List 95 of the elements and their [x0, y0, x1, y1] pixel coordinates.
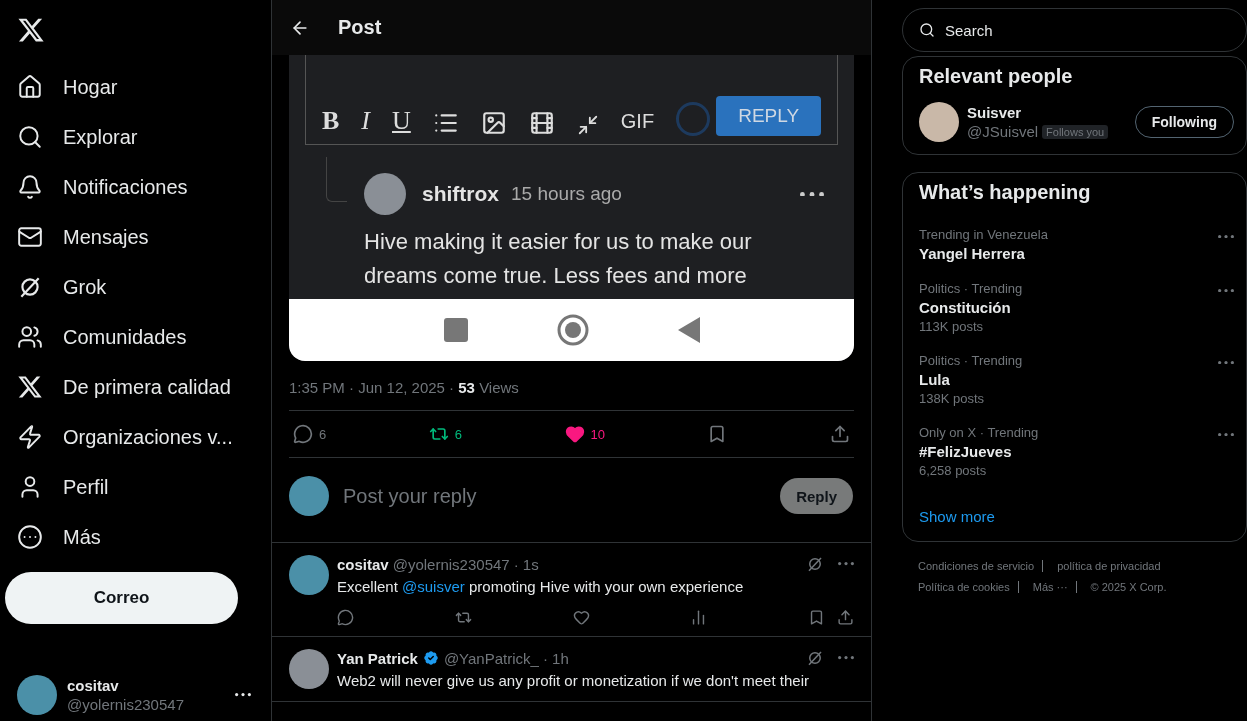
like-button[interactable]: 10: [560, 424, 609, 444]
footer-link[interactable]: Condiciones de servicio: [918, 560, 1044, 572]
trend-name[interactable]: Constitución: [919, 299, 1023, 316]
square-icon: [443, 318, 468, 342]
nav-item[interactable]: Perfil: [0, 462, 271, 512]
like-button[interactable]: [572, 609, 590, 626]
home-icon: [17, 74, 43, 100]
trend-post-count: 113K posts: [919, 319, 985, 334]
reply-text: Web2 will never give us any profit or monetization if we don't meet their: [337, 671, 810, 691]
footer-link[interactable]: Política de cookies: [918, 581, 1019, 593]
gif-label: GIF: [620, 109, 655, 134]
author-handle: @YanPatrick_: [443, 649, 539, 667]
trend-context: Politics · Trending: [919, 353, 1023, 368]
show-more-link[interactable]: Show more: [903, 488, 1246, 529]
author-handle: @yolernis230547: [392, 555, 510, 573]
comment-time: 15 hours ago: [511, 183, 622, 205]
format-label: I: [361, 106, 370, 136]
footer-link[interactable]: © 2025 X Corp.: [1090, 581, 1175, 593]
comment-text: Hive making it easier for us to make our dreams come true. Less fees and more: [364, 228, 753, 290]
post-button[interactable]: Correo: [5, 572, 238, 624]
nav-item[interactable]: De primera calidad: [0, 362, 271, 412]
thread-connector-line: [326, 157, 347, 202]
reply-text: Excellent @suisver promoting Hive with your own experience: [337, 577, 745, 597]
people-icon: [17, 324, 43, 350]
footer-link[interactable]: Más ···: [1032, 581, 1077, 593]
more-icon[interactable]: [235, 693, 251, 697]
triangle-icon: [677, 317, 700, 343]
more-icon: [800, 191, 824, 197]
search-icon: [919, 22, 935, 38]
avatar[interactable]: [289, 555, 329, 595]
envelope-icon: [17, 224, 43, 250]
author-name[interactable]: cositav: [337, 555, 389, 573]
format-label: U: [392, 106, 411, 136]
x-logo-icon[interactable]: [17, 16, 45, 44]
heart-icon: [564, 424, 585, 444]
person-name[interactable]: Suisver: [967, 104, 1109, 121]
card-title: What’s happening: [918, 181, 1092, 205]
search-icon: [17, 124, 43, 150]
post-time: · 1h: [542, 649, 569, 667]
lightning-icon: [17, 424, 43, 450]
avatar[interactable]: [17, 675, 57, 715]
slash-circle-icon[interactable]: [806, 555, 824, 573]
trend-post-count: 138K posts: [919, 391, 986, 406]
x-logo-icon: [17, 374, 43, 400]
avatar[interactable]: [289, 649, 329, 689]
person-handle: @JSuisvel: [967, 123, 1039, 140]
format-label: B: [322, 106, 340, 136]
author-name[interactable]: Yan Patrick: [337, 649, 418, 667]
reply-button[interactable]: [337, 609, 354, 626]
trend-post-count: 6,258 posts: [919, 463, 988, 478]
nav-item[interactable]: Notificaciones: [0, 162, 271, 212]
avatar: [364, 173, 406, 215]
repost-button[interactable]: 6: [424, 424, 466, 444]
trend-name[interactable]: Lula: [919, 371, 1023, 388]
share-icon: [830, 424, 850, 444]
nav-item[interactable]: Comunidades: [0, 312, 271, 362]
nav-item[interactable]: Mensajes: [0, 212, 271, 262]
nav-item[interactable]: Más: [0, 512, 271, 562]
trend-context: Trending in Venezuela: [919, 227, 1048, 242]
image-icon: [480, 110, 507, 136]
progress-ring-icon: [676, 102, 711, 136]
account-handle: @yolernis230547: [67, 696, 184, 713]
film-icon: [528, 110, 555, 136]
post-meta: 1:35 PM · Jun 12, 2025 · 53 Views: [289, 361, 854, 411]
follows-you-badge: Follows you: [1042, 124, 1109, 139]
verified-badge-icon: [421, 649, 440, 667]
avatar[interactable]: [919, 102, 959, 142]
reply-button[interactable]: 6: [289, 424, 331, 444]
reply-input[interactable]: Post your reply: [341, 483, 769, 509]
more-icon: [17, 524, 43, 550]
nav-item[interactable]: Hogar: [0, 62, 271, 112]
nav-item[interactable]: Organizaciones v...: [0, 412, 271, 462]
footer-link[interactable]: política de privacidad: [1057, 560, 1169, 572]
avatar: [289, 476, 329, 516]
trend-context: Politics · Trending: [919, 281, 1023, 296]
trend-name[interactable]: #FelizJueves: [919, 443, 1039, 460]
circle-icon: [556, 314, 589, 346]
account-name: cositav: [67, 677, 120, 694]
card-title: Relevant people: [918, 65, 1074, 89]
trend-name[interactable]: Yangel Herrera: [919, 245, 1048, 262]
nav-item[interactable]: Grok: [0, 262, 271, 312]
reply-button[interactable]: Reply: [780, 478, 853, 514]
nav-item[interactable]: Explorar: [0, 112, 271, 162]
reply-icon: [293, 424, 313, 444]
share-button[interactable]: [837, 609, 854, 626]
page-title: Post: [338, 16, 382, 39]
bell-icon: [17, 174, 43, 200]
trend-context: Only on X · Trending: [919, 425, 1039, 440]
mention-link[interactable]: @suisver: [402, 578, 465, 595]
slash-circle-icon[interactable]: [806, 649, 824, 667]
shrink-arrows-icon: [576, 114, 599, 136]
bookmark-button[interactable]: [808, 609, 825, 626]
post-time: · 1s: [513, 555, 539, 573]
comment-author: shiftrox: [422, 182, 499, 206]
search-input[interactable]: Search: [943, 20, 1246, 40]
